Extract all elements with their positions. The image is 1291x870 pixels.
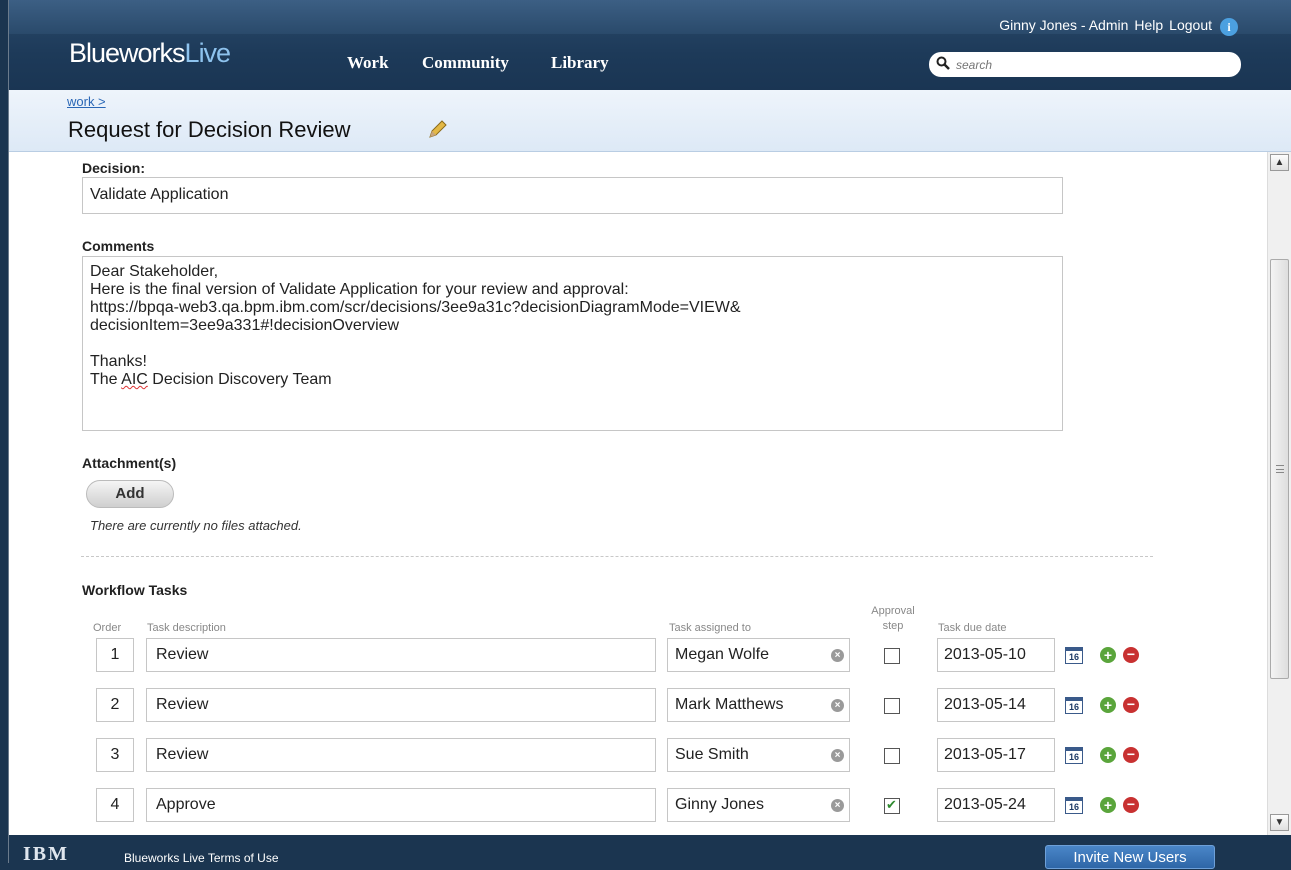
task-assignee-field[interactable]: Sue Smith	[667, 738, 850, 772]
scroll-down-button[interactable]: ▼	[1270, 814, 1289, 831]
logo-text-main: Blueworks	[69, 38, 186, 68]
vertical-scrollbar[interactable]: ▲ ▼	[1267, 152, 1291, 835]
no-files-text: There are currently no files attached.	[90, 518, 302, 533]
col-header-approval: Approval step	[865, 604, 921, 634]
user-menu: Ginny Jones - Admin Help Logout	[993, 17, 1212, 33]
col-header-due: Task due date	[938, 622, 1007, 634]
col-header-approval-line: Approval	[871, 605, 915, 617]
approval-step-checkbox[interactable]	[884, 797, 900, 814]
clear-assignee-icon[interactable]: ×	[831, 699, 844, 712]
approval-step-checkbox[interactable]	[884, 698, 900, 714]
task-description-field[interactable]: Review	[146, 738, 656, 772]
invite-new-users-button[interactable]: Invite New Users	[1045, 845, 1215, 869]
col-header-approval-line: step	[882, 620, 904, 632]
comments-line: Thanks!	[90, 353, 147, 370]
calendar-icon[interactable]: 16	[1065, 647, 1083, 664]
comments-line: Here is the final version of Validate Ap…	[90, 281, 629, 298]
scrollbar-thumb[interactable]	[1270, 259, 1289, 679]
calendar-icon[interactable]: 16	[1065, 747, 1083, 764]
add-attachment-button[interactable]: Add	[86, 480, 174, 508]
task-row: 3 Review Sue Smith × 2013-05-17 16 + −	[9, 738, 1291, 772]
section-divider	[81, 556, 1153, 557]
task-due-date-field[interactable]: 2013-05-24	[937, 788, 1055, 822]
task-assignee-field[interactable]: Megan Wolfe	[667, 638, 850, 672]
clear-assignee-icon[interactable]: ×	[831, 749, 844, 762]
comments-label: Comments	[82, 238, 155, 254]
info-icon[interactable]: i	[1220, 18, 1238, 36]
comments-textarea[interactable]: Dear Stakeholder, Here is the final versi…	[82, 256, 1063, 431]
top-header: BlueworksLive Work Community Library Gin…	[9, 0, 1291, 90]
nav-library[interactable]: Library	[551, 53, 609, 73]
add-task-icon[interactable]: +	[1100, 647, 1116, 663]
footer: IBM Blueworks Live Terms of Use Invite N…	[9, 835, 1291, 869]
breadcrumb-work[interactable]: work >	[67, 94, 106, 109]
search-box[interactable]	[929, 52, 1241, 77]
task-due-date-field[interactable]: 2013-05-14	[937, 688, 1055, 722]
nav-work[interactable]: Work	[347, 53, 389, 73]
task-description-field[interactable]: Approve	[146, 788, 656, 822]
col-header-assigned: Task assigned to	[669, 622, 751, 634]
user-name-link[interactable]: Ginny Jones - Admin	[999, 17, 1128, 33]
approval-step-checkbox[interactable]	[884, 648, 900, 664]
app-window: BlueworksLive Work Community Library Gin…	[8, 0, 1291, 869]
decision-label: Decision:	[82, 160, 146, 176]
task-order-field[interactable]: 3	[96, 738, 134, 772]
assignee-name: Mark Matthews	[675, 696, 784, 713]
task-order-field[interactable]: 4	[96, 788, 134, 822]
comments-blank-line	[90, 335, 1055, 353]
add-task-icon[interactable]: +	[1100, 797, 1116, 813]
attachments-label: Attachment(s)	[82, 455, 177, 471]
task-description-field[interactable]: Review	[146, 688, 656, 722]
scroll-up-button[interactable]: ▲	[1270, 154, 1289, 171]
add-task-icon[interactable]: +	[1100, 697, 1116, 713]
task-row: 1 Review Megan Wolfe × 2013-05-10 16 + −	[9, 638, 1291, 672]
clear-assignee-icon[interactable]: ×	[831, 799, 844, 812]
add-task-icon[interactable]: +	[1100, 747, 1116, 763]
comments-line: decisionItem=3ee9a331#!decisionOverview	[90, 317, 400, 334]
comments-line: Dear Stakeholder,	[90, 263, 219, 280]
assignee-name: Sue Smith	[675, 746, 749, 763]
task-order-field[interactable]: 2	[96, 688, 134, 722]
remove-task-icon[interactable]: −	[1123, 647, 1139, 663]
edit-pencil-icon[interactable]	[427, 120, 447, 140]
task-row: 4 Approve Ginny Jones × 2013-05-24 16 + …	[9, 788, 1291, 822]
remove-task-icon[interactable]: −	[1123, 747, 1139, 763]
nav-community[interactable]: Community	[422, 53, 509, 73]
col-header-order: Order	[93, 622, 122, 634]
task-due-date-field[interactable]: 2013-05-17	[937, 738, 1055, 772]
search-icon	[936, 56, 950, 70]
remove-task-icon[interactable]: −	[1123, 697, 1139, 713]
comments-text: The	[90, 371, 122, 388]
comments-text: Decision Discovery Team	[147, 371, 332, 388]
logo-text-accent: Live	[184, 38, 232, 68]
calendar-icon[interactable]: 16	[1065, 797, 1083, 814]
clear-assignee-icon[interactable]: ×	[831, 649, 844, 662]
search-input[interactable]	[956, 55, 1226, 74]
scrollbar-grip-icon	[1276, 465, 1284, 473]
col-header-description: Task description	[147, 622, 226, 634]
title-band: work > Request for Decision Review	[9, 90, 1291, 152]
task-assignee-field[interactable]: Ginny Jones	[667, 788, 850, 822]
assignee-name: Ginny Jones	[675, 796, 764, 813]
task-due-date-field[interactable]: 2013-05-10	[937, 638, 1055, 672]
workflow-tasks-label: Workflow Tasks	[82, 582, 188, 598]
decision-field[interactable]: Validate Application	[82, 177, 1063, 214]
task-description-field[interactable]: Review	[146, 638, 656, 672]
remove-task-icon[interactable]: −	[1123, 797, 1139, 813]
logout-link[interactable]: Logout	[1169, 17, 1212, 33]
approval-step-checkbox[interactable]	[884, 748, 900, 764]
comments-line: https://bpqa-web3.qa.bpm.ibm.com/scr/dec…	[90, 299, 741, 316]
blueworks-live-logo[interactable]: BlueworksLive	[69, 38, 232, 69]
help-link[interactable]: Help	[1134, 17, 1163, 33]
task-row: 2 Review Mark Matthews × 2013-05-14 16 +…	[9, 688, 1291, 722]
page-title: Request for Decision Review	[68, 117, 351, 142]
spellcheck-flag: AIC	[121, 371, 148, 388]
calendar-icon[interactable]: 16	[1065, 697, 1083, 714]
task-assignee-field[interactable]: Mark Matthews	[667, 688, 850, 722]
assignee-name: Megan Wolfe	[675, 646, 769, 663]
comments-line-signature: The AIC Decision Discovery Team	[90, 371, 1055, 389]
task-order-field[interactable]: 1	[96, 638, 134, 672]
